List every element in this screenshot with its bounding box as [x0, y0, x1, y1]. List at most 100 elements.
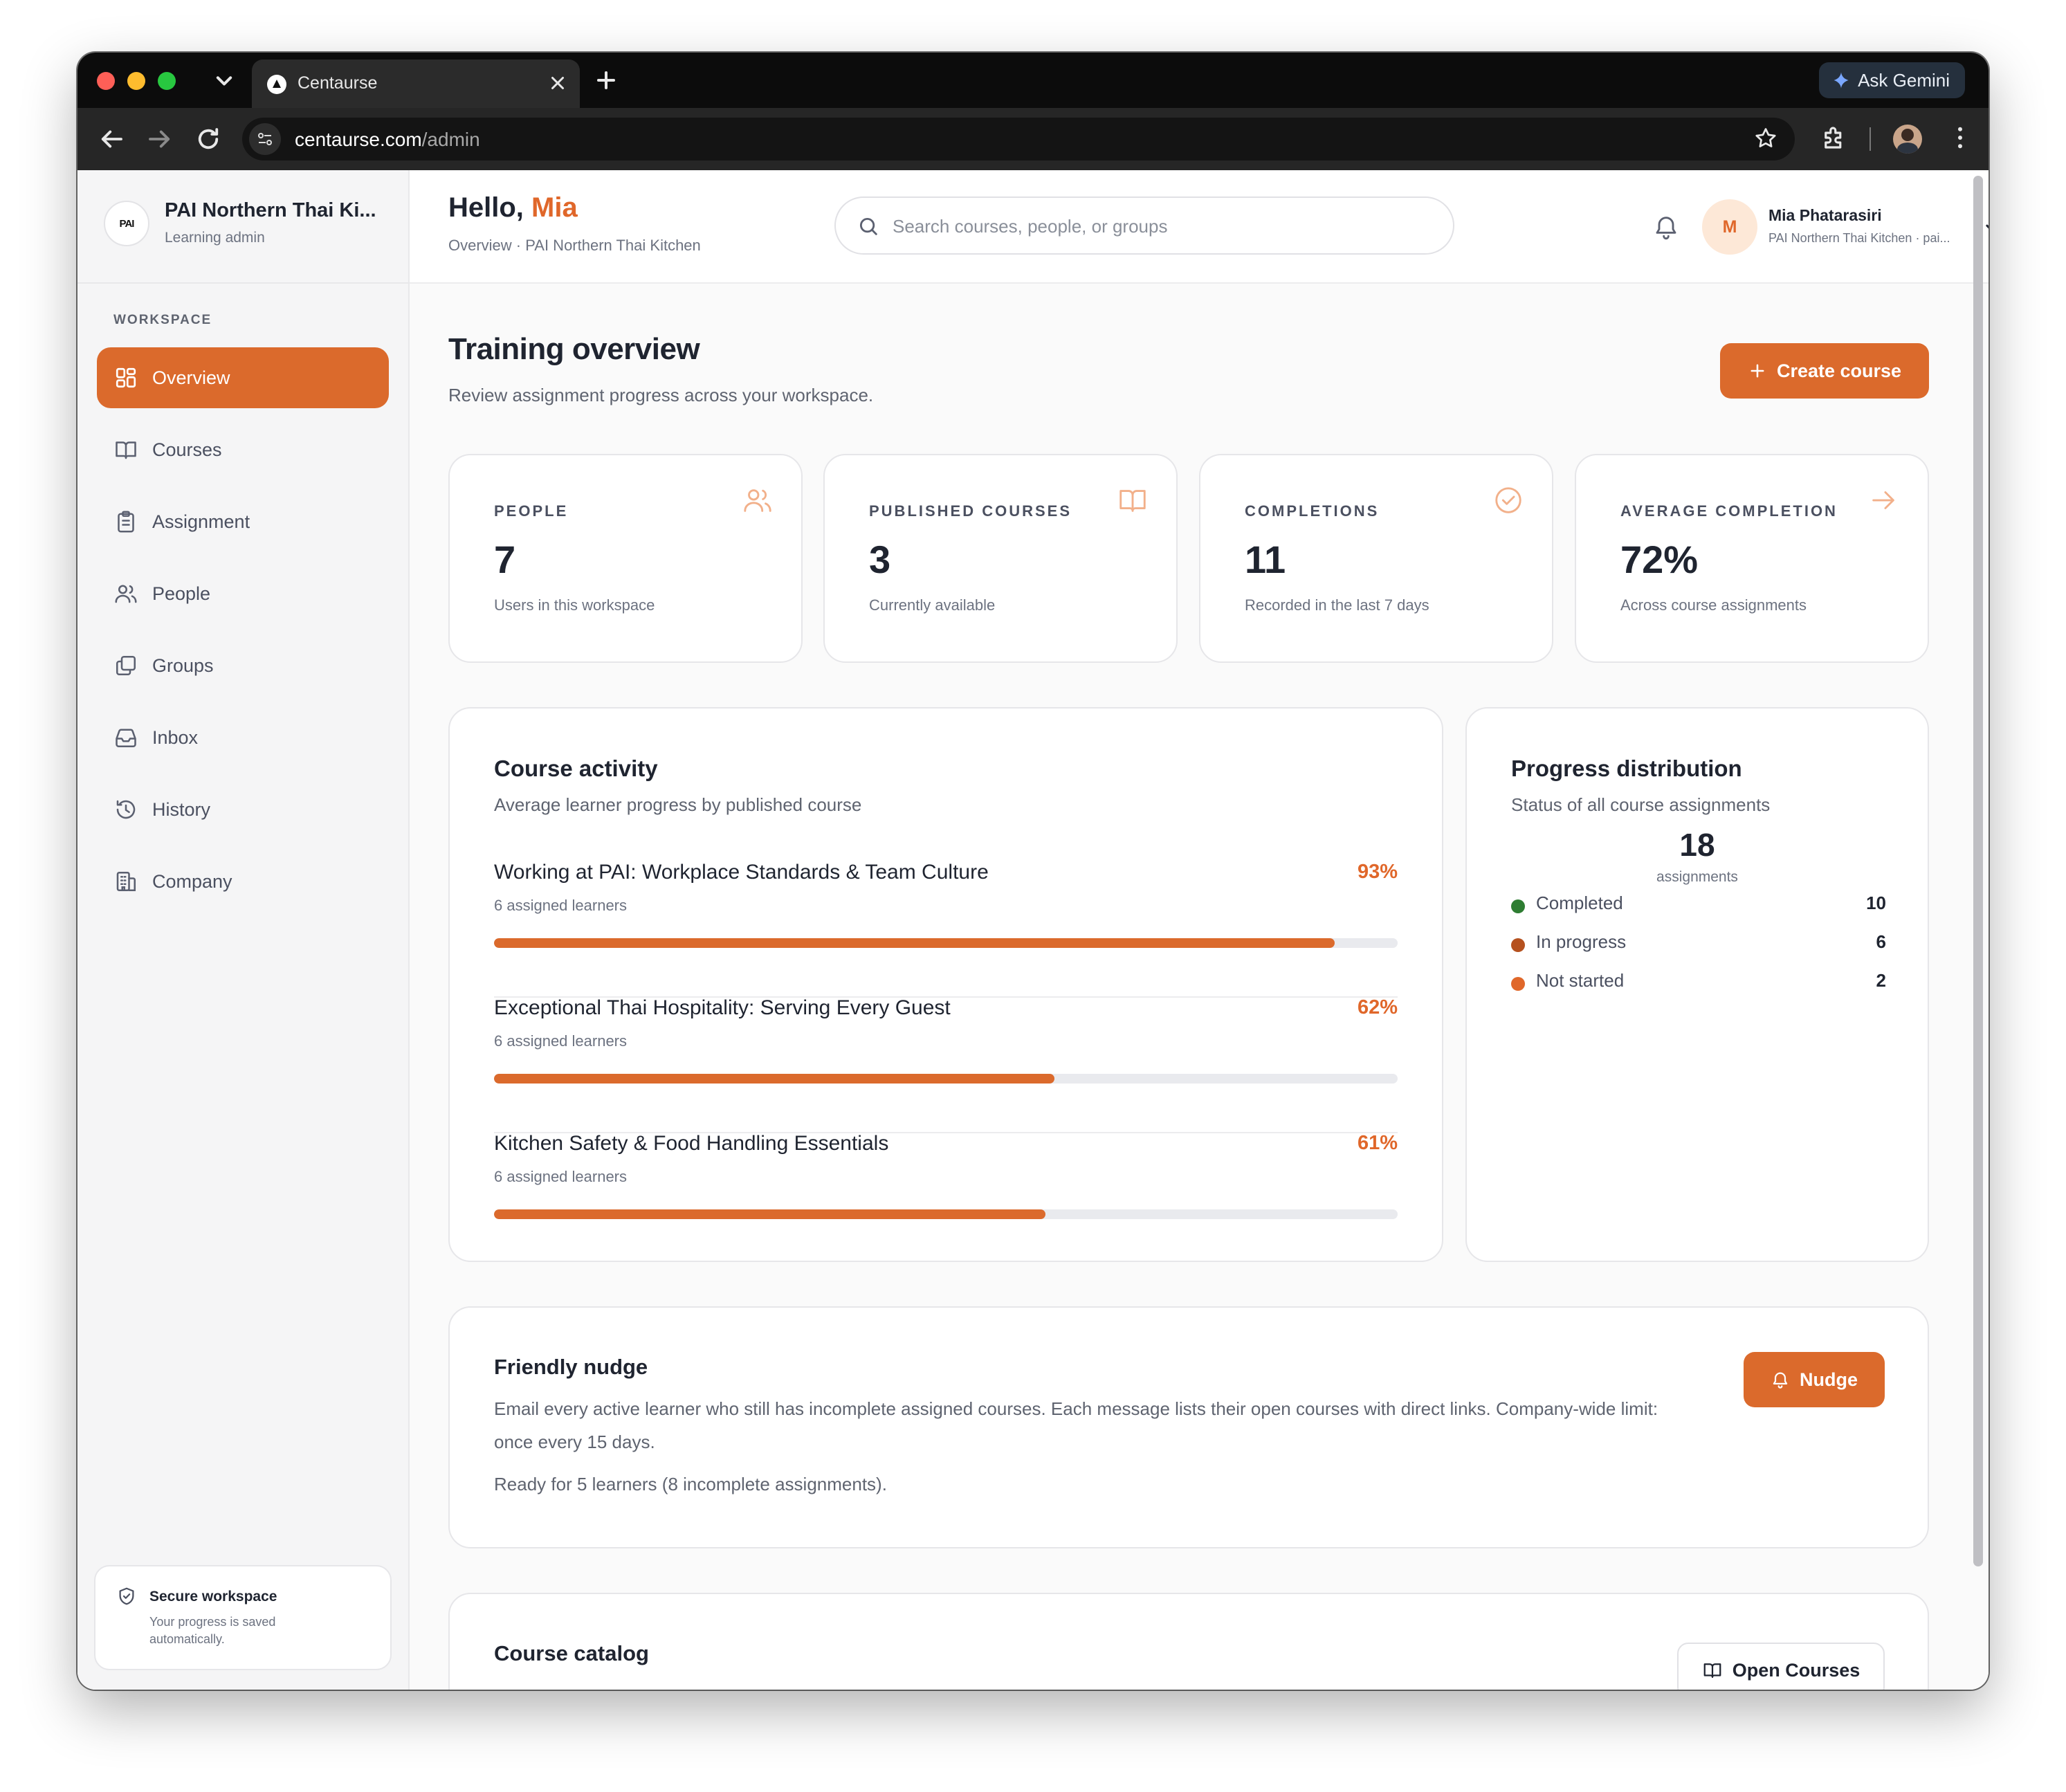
search-input[interactable] — [891, 210, 1434, 242]
sidebar-item-label: Assignment — [152, 511, 250, 532]
history-icon — [116, 800, 136, 819]
user-name[interactable]: Mia Phatarasiri — [1768, 206, 1882, 225]
nudge-button[interactable]: Nudge — [1744, 1352, 1885, 1407]
friendly-nudge-card: Friendly nudge Email every active learne… — [448, 1306, 1929, 1548]
grid-icon — [116, 367, 136, 388]
legend-value: 10 — [1866, 893, 1886, 913]
course-percent: 62% — [1357, 996, 1398, 1018]
address-bar[interactable]: centaurse.com/admin — [242, 118, 1795, 161]
page-subtitle: Review assignment progress across your w… — [448, 385, 874, 405]
legend-value: 6 — [1876, 931, 1886, 952]
maximize-window-button[interactable] — [158, 72, 176, 90]
course-catalog-card: Course catalog Open Courses — [448, 1593, 1929, 1690]
secure-workspace-subtitle: Your progress is saved automatically. — [149, 1615, 276, 1646]
extensions-puzzle-icon[interactable] — [1820, 123, 1849, 152]
stat-card-people: PEOPLE 7 Users in this workspace — [448, 454, 803, 663]
back-arrow-icon[interactable] — [97, 125, 126, 154]
book-icon — [1119, 490, 1146, 512]
stat-card-average-completion: AVERAGE COMPLETION 72% Across course ass… — [1575, 454, 1929, 663]
course-progress-fill — [494, 938, 1335, 948]
tab-close-icon[interactable] — [545, 71, 570, 95]
notifications-bell-icon[interactable] — [1652, 213, 1680, 241]
sidebar-item-groups[interactable]: Groups — [97, 635, 389, 696]
plus-icon — [1750, 364, 1764, 378]
sidebar-item-assignment[interactable]: Assignment — [97, 491, 389, 552]
assignments-total-label: assignments — [1656, 869, 1738, 885]
tab-strip: Centaurse Ask Gemini — [77, 53, 1989, 108]
user-avatar[interactable]: M — [1702, 199, 1757, 255]
course-activity-title: Course activity — [494, 756, 658, 781]
course-percent: 93% — [1357, 861, 1398, 883]
inbox-icon — [116, 729, 136, 748]
progress-distribution-subtitle: Status of all course assignments — [1511, 794, 1771, 815]
browser-menu-icon[interactable] — [1946, 123, 1975, 152]
sidebar-item-label: Company — [152, 870, 232, 892]
site-favicon-icon — [267, 75, 286, 94]
page-scrollbar[interactable] — [1973, 176, 1983, 1566]
course-row[interactable]: Exceptional Thai Hospitality: Serving Ev… — [494, 996, 1398, 1133]
greeting-name: Mia — [531, 192, 578, 223]
sidebar-item-courses[interactable]: Courses — [97, 419, 389, 480]
brand-logo: PAI — [104, 201, 149, 246]
top-bar: Hello, Mia Overview · PAI Northern Thai … — [410, 170, 1989, 284]
check-circle-icon — [1495, 487, 1521, 513]
course-learners: 6 assigned learners — [494, 1032, 628, 1050]
browser-tab[interactable]: Centaurse — [252, 60, 580, 108]
user-organization: PAI Northern Thai Kitchen · pai... — [1768, 231, 1950, 245]
stat-card-completions: COMPLETIONS 11 Recorded in the last 7 da… — [1199, 454, 1553, 663]
new-tab-icon[interactable] — [591, 65, 621, 95]
progress-distribution-title: Progress distribution — [1511, 756, 1742, 781]
stat-subtitle: Users in this workspace — [494, 596, 655, 614]
stat-label: AVERAGE COMPLETION — [1620, 502, 1838, 520]
reload-icon[interactable] — [194, 125, 223, 154]
site-info-icon[interactable] — [249, 123, 281, 155]
users-icon — [115, 585, 137, 603]
legend-item-not-started: Not started 2 — [1511, 969, 1886, 996]
course-progress-track — [494, 1074, 1398, 1084]
stat-subtitle: Recorded in the last 7 days — [1245, 596, 1429, 614]
clipboard-icon — [118, 511, 134, 533]
friendly-nudge-description: Email every active learner who still has… — [494, 1398, 1658, 1452]
sidebar-item-company[interactable]: Company — [97, 851, 389, 912]
course-row[interactable]: Working at PAI: Workplace Standards & Te… — [494, 861, 1398, 998]
stat-card-published-courses: PUBLISHED COURSES 3 Currently available — [823, 454, 1178, 663]
sidebar-item-label: People — [152, 583, 211, 604]
shield-check-icon — [119, 1587, 134, 1605]
ask-gemini-button[interactable]: Ask Gemini — [1819, 62, 1965, 98]
profile-avatar[interactable] — [1893, 125, 1922, 154]
sidebar-item-inbox[interactable]: Inbox — [97, 707, 389, 768]
main-content: Training overview Review assignment prog… — [410, 284, 1957, 1690]
stat-label: COMPLETIONS — [1245, 502, 1380, 520]
stat-value: 11 — [1245, 538, 1286, 581]
sidebar-item-label: Overview — [152, 367, 230, 388]
tab-search-chevron-icon[interactable] — [209, 65, 239, 95]
search-icon — [859, 217, 877, 235]
stat-label: PEOPLE — [494, 502, 569, 520]
copy-icon — [116, 655, 136, 676]
friendly-nudge-title: Friendly nudge — [494, 1355, 648, 1379]
legend-dot — [1511, 899, 1525, 913]
close-window-button[interactable] — [97, 72, 115, 90]
legend-value: 2 — [1876, 970, 1886, 991]
legend-dot — [1511, 938, 1525, 952]
course-progress-track — [494, 938, 1398, 948]
forward-arrow-icon[interactable] — [145, 125, 174, 154]
bookmark-star-icon[interactable] — [1753, 126, 1778, 151]
brand-role: Learning admin — [165, 230, 265, 246]
stat-value: 3 — [869, 538, 891, 581]
search-box[interactable] — [834, 196, 1454, 255]
greeting: Hello, Mia — [448, 192, 578, 223]
legend-dot — [1511, 977, 1525, 991]
sidebar-item-overview[interactable]: Overview — [97, 347, 389, 408]
sidebar-item-history[interactable]: History — [97, 779, 389, 840]
legend-name: In progress — [1536, 931, 1627, 952]
friendly-nudge-status: Ready for 5 learners (8 incomplete assig… — [494, 1474, 887, 1494]
open-courses-button[interactable]: Open Courses — [1677, 1643, 1885, 1690]
create-course-button[interactable]: Create course — [1720, 343, 1929, 399]
bell-icon — [1773, 1372, 1788, 1389]
sidebar-item-people[interactable]: People — [97, 563, 389, 624]
course-catalog-title: Course catalog — [494, 1641, 649, 1665]
minimize-window-button[interactable] — [127, 72, 145, 90]
sidebar-item-label: Groups — [152, 655, 214, 676]
course-row[interactable]: Kitchen Safety & Food Handling Essential… — [494, 1132, 1398, 1268]
